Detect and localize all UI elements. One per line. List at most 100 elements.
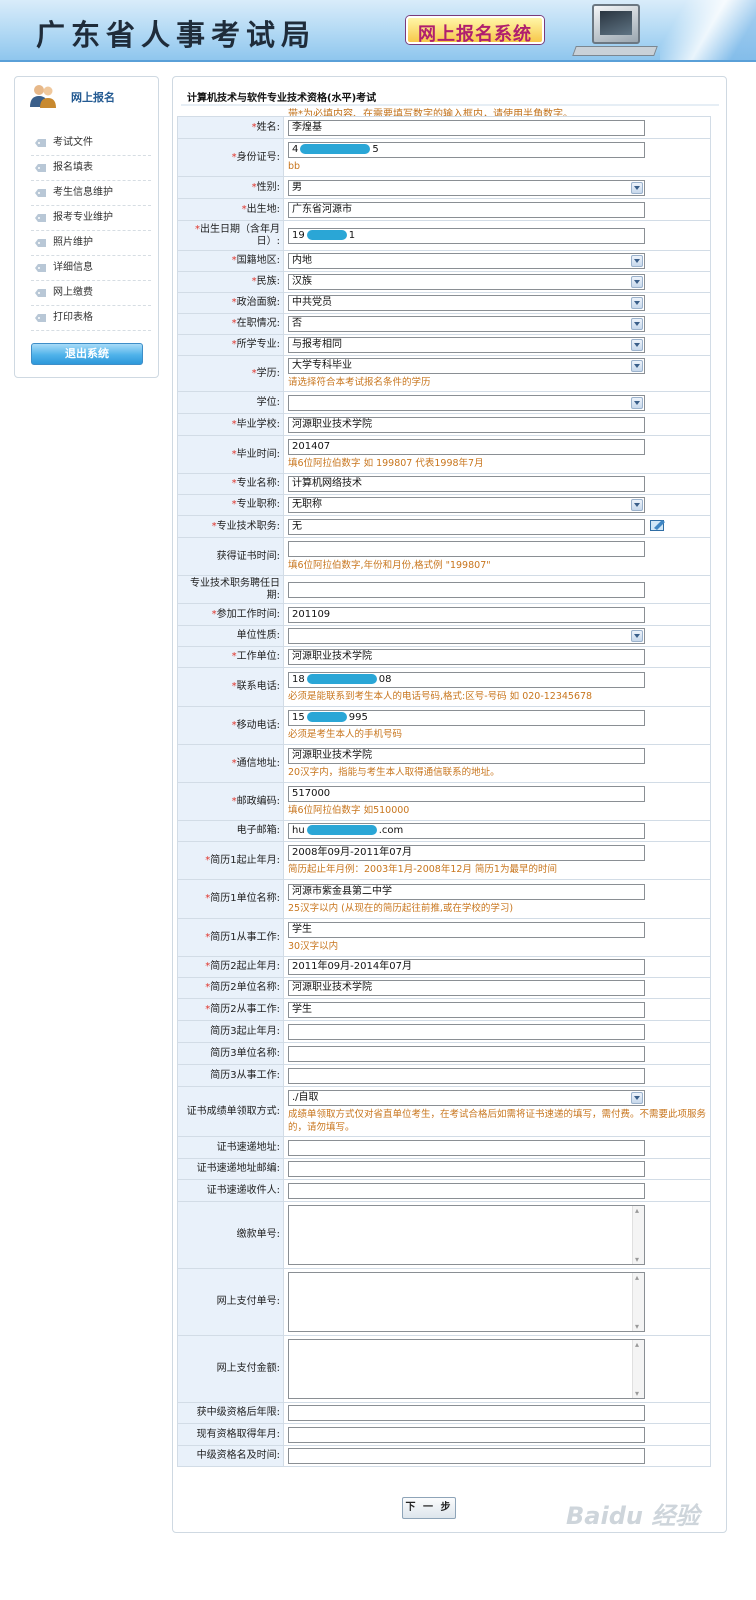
edit-icon[interactable]	[650, 519, 666, 531]
sidebar-item-payment[interactable]: 网上缴费	[31, 281, 151, 306]
degree-select[interactable]	[288, 394, 645, 411]
form-row: *通信地址: 河源职业技术学院 20汉字内，指能与考生本人取得通信联系的地址。	[177, 744, 711, 783]
cert-delivery-recipient-input[interactable]	[288, 1182, 645, 1199]
sidebar-item-exam-files[interactable]: 考试文件	[31, 131, 151, 156]
sidebar-item-fill-form[interactable]: 报名填表	[31, 156, 151, 181]
form-row: *身份证号: 45 bb	[177, 138, 711, 177]
years-after-mid-input[interactable]	[288, 1405, 645, 1421]
sidebar-item-details[interactable]: 详细信息	[31, 256, 151, 281]
online-payment-no-textarea[interactable]	[288, 1272, 645, 1332]
header-decoration	[660, 0, 756, 60]
cert-delivery-postcode-input[interactable]	[288, 1161, 645, 1177]
resume2-period-input[interactable]: 2011年09月-2014年07月	[288, 959, 645, 975]
header-banner: 广东省人事考试局 网上报名系统	[0, 0, 756, 62]
tech-position-input[interactable]: 无	[288, 518, 645, 535]
registration-form: *姓名: 李煌基 *身份证号: 45 bb *性别: 男 *出生地: 广东省河源…	[177, 116, 711, 1467]
cert-delivery-address-input[interactable]	[288, 1139, 645, 1156]
field-label: 简历3起止年月:	[210, 1025, 280, 1037]
chevron-down-icon	[631, 276, 643, 288]
cert-time-input[interactable]	[288, 541, 645, 557]
appointment-date-input[interactable]	[288, 581, 645, 598]
mobile-input[interactable]: 15 995	[288, 710, 645, 726]
name-input[interactable]: 李煌基	[288, 119, 645, 136]
field-label: 联系电话:	[236, 681, 280, 692]
logout-button[interactable]: 退出系统	[31, 343, 143, 365]
field-label: 民族:	[256, 276, 280, 287]
field-label: 证书成绩单领取方式:	[186, 1105, 280, 1117]
school-input[interactable]: 河源职业技术学院	[288, 416, 645, 433]
birthplace-input[interactable]: 广东省河源市	[288, 201, 645, 218]
scrollbar[interactable]	[632, 1340, 644, 1398]
work-start-input[interactable]: 201109	[288, 606, 645, 623]
id-number-input[interactable]: 45	[288, 142, 645, 158]
resume3-unit-input[interactable]	[288, 1045, 645, 1062]
chevron-down-icon	[631, 255, 643, 267]
field-label: 通信地址:	[236, 757, 280, 769]
form-row: *学历: 大学专科毕业 请选择符合本考试报名条件的学历	[177, 355, 711, 392]
field-label: 邮政编码:	[236, 795, 280, 807]
sidebar: 网上报名 考试文件 报名填表 考生信息维护 报考专业维护 照片维护 详细信息 网…	[14, 76, 159, 378]
education-select[interactable]: 大学专科毕业	[288, 358, 645, 374]
work-unit-input[interactable]: 河源职业技术学院	[288, 649, 645, 665]
resume3-job-input[interactable]	[288, 1067, 645, 1084]
sidebar-item-photo[interactable]: 照片维护	[31, 231, 151, 256]
form-row: *姓名: 李煌基	[177, 116, 711, 139]
form-row: *国籍地区: 内地	[177, 250, 711, 272]
major-relation-select[interactable]: 与报考相同	[288, 337, 645, 353]
next-step-button[interactable]: 下 一 步	[402, 1497, 456, 1519]
form-row: *毕业时间: 201407 填6位阿拉伯数字 如 199807 代表1998年7…	[177, 435, 711, 474]
field-label: 现有资格取得年月:	[196, 1428, 280, 1440]
form-row: 获中级资格后年限:	[177, 1402, 711, 1424]
resume3-period-input[interactable]	[288, 1023, 645, 1040]
employment-status-select[interactable]: 否	[288, 316, 645, 332]
scrollbar[interactable]	[632, 1206, 644, 1264]
field-label: 所学专业:	[236, 339, 280, 350]
form-row: 网上支付单号:	[177, 1268, 711, 1336]
field-label: 单位性质:	[236, 630, 280, 641]
resume2-unit-input[interactable]: 河源职业技术学院	[288, 980, 645, 996]
keyboard-icon	[572, 46, 658, 56]
form-row: *在职情况: 否	[177, 313, 711, 335]
unit-nature-select[interactable]	[288, 628, 645, 644]
online-payment-amount-textarea[interactable]	[288, 1339, 645, 1399]
resume2-job-input[interactable]: 学生	[288, 1001, 645, 1018]
redaction-mark	[306, 673, 377, 684]
page: 广东省人事考试局 网上报名系统 网上报名 考试文件 报名填表 考生信息维护 报考…	[0, 0, 756, 1600]
sidebar-title: 网上报名	[71, 91, 115, 104]
field-label: 简历2单位名称:	[210, 982, 280, 993]
tag-icon	[35, 289, 46, 297]
nationality-region-select[interactable]: 内地	[288, 253, 645, 269]
form-row: 单位性质:	[177, 625, 711, 647]
payment-slip-textarea[interactable]	[288, 1205, 645, 1265]
scrollbar[interactable]	[632, 1273, 644, 1331]
field-label: 政治面貌:	[236, 297, 280, 308]
postcode-input[interactable]: 517000	[288, 786, 645, 802]
current-qual-date-input[interactable]	[288, 1426, 645, 1443]
ethnicity-select[interactable]: 汉族	[288, 274, 645, 290]
field-label: 出生地:	[246, 203, 280, 215]
field-label: 身份证号:	[236, 151, 280, 163]
political-status-select[interactable]: 中共党员	[288, 295, 645, 311]
page-title: 计算机技术与软件专业技术资格(水平)考试	[187, 93, 377, 104]
email-input[interactable]: hu .com	[288, 823, 645, 839]
major-name-input[interactable]: 计算机网络技术	[288, 476, 645, 492]
cert-pickup-select[interactable]: ./自取	[288, 1089, 645, 1106]
birthdate-input[interactable]: 19 1	[288, 227, 645, 244]
form-row: 简历3起止年月:	[177, 1020, 711, 1043]
sidebar-item-print[interactable]: 打印表格	[31, 306, 151, 331]
resume1-unit-input[interactable]: 河源市紫金县第二中学	[288, 883, 645, 900]
sidebar-item-major-maintenance[interactable]: 报考专业维护	[31, 206, 151, 231]
grad-time-input[interactable]: 201407	[288, 439, 645, 455]
form-row: 简历3从事工作:	[177, 1064, 711, 1087]
prof-title-select[interactable]: 无职称	[288, 497, 645, 513]
bureau-title: 广东省人事考试局	[36, 18, 317, 52]
mid-qual-name-time-input[interactable]	[288, 1448, 645, 1464]
resume1-period-input[interactable]: 2008年09月-2011年07月	[288, 845, 645, 861]
form-row: 证书速递地址:	[177, 1136, 711, 1159]
resume1-job-input[interactable]: 学生	[288, 922, 645, 938]
address-input[interactable]: 河源职业技术学院	[288, 748, 645, 764]
sidebar-item-candidate-info[interactable]: 考生信息维护	[31, 181, 151, 206]
gender-select[interactable]: 男	[288, 179, 645, 196]
phone-input[interactable]: 18 08	[288, 671, 645, 688]
form-row: 简历3单位名称:	[177, 1042, 711, 1065]
